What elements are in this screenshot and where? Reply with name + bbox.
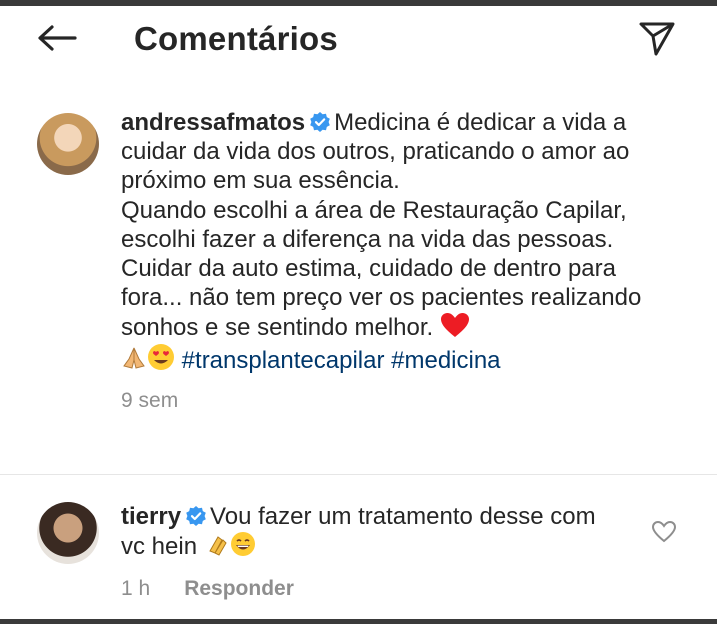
praying-hands-icon <box>123 347 145 369</box>
caption-username[interactable]: andressafmatos <box>121 109 305 136</box>
arrow-left-icon <box>38 25 77 51</box>
divider <box>0 474 717 475</box>
reply-meta-row: 1 h Responder <box>121 577 621 601</box>
header: Comentários <box>0 6 717 72</box>
caption-line: Quando escolhi a área de Restauração Cap… <box>121 196 627 253</box>
paper-plane-icon <box>639 22 675 56</box>
caption-line: Cuidar da auto estima, cuidado de dentro… <box>121 255 642 342</box>
reply-timestamp: 1 h <box>121 577 151 601</box>
reply-username[interactable]: tierry <box>121 503 181 530</box>
avatar[interactable] <box>37 113 99 175</box>
like-button[interactable] <box>651 520 677 544</box>
red-heart-icon <box>440 313 469 338</box>
reply-comment: tierry Vou fazer um tratamento desse com … <box>121 502 621 601</box>
reply-text-row: tierry Vou fazer um tratamento desse com … <box>121 502 621 561</box>
back-button[interactable] <box>30 18 84 58</box>
bottom-edge-bar <box>0 619 717 624</box>
heart-eyes-emoji-icon <box>148 343 174 370</box>
caption-text: andressafmatos Medicina é dedicar a vida … <box>121 108 661 375</box>
grinning-face-icon <box>230 532 255 557</box>
page-title: Comentários <box>134 20 338 57</box>
hashtag-links[interactable]: #transplantecapilar #medicina <box>182 347 501 374</box>
share-button[interactable] <box>632 14 682 62</box>
avatar[interactable] <box>37 502 99 564</box>
verified-badge-icon <box>186 506 206 526</box>
clapping-hands-icon <box>208 536 227 556</box>
caption-timestamp: 9 sem <box>121 388 179 412</box>
reply-button[interactable]: Responder <box>184 577 294 601</box>
caption-comment: andressafmatos Medicina é dedicar a vida … <box>121 108 661 413</box>
heart-outline-icon <box>651 520 677 543</box>
verified-badge-icon <box>310 112 330 132</box>
